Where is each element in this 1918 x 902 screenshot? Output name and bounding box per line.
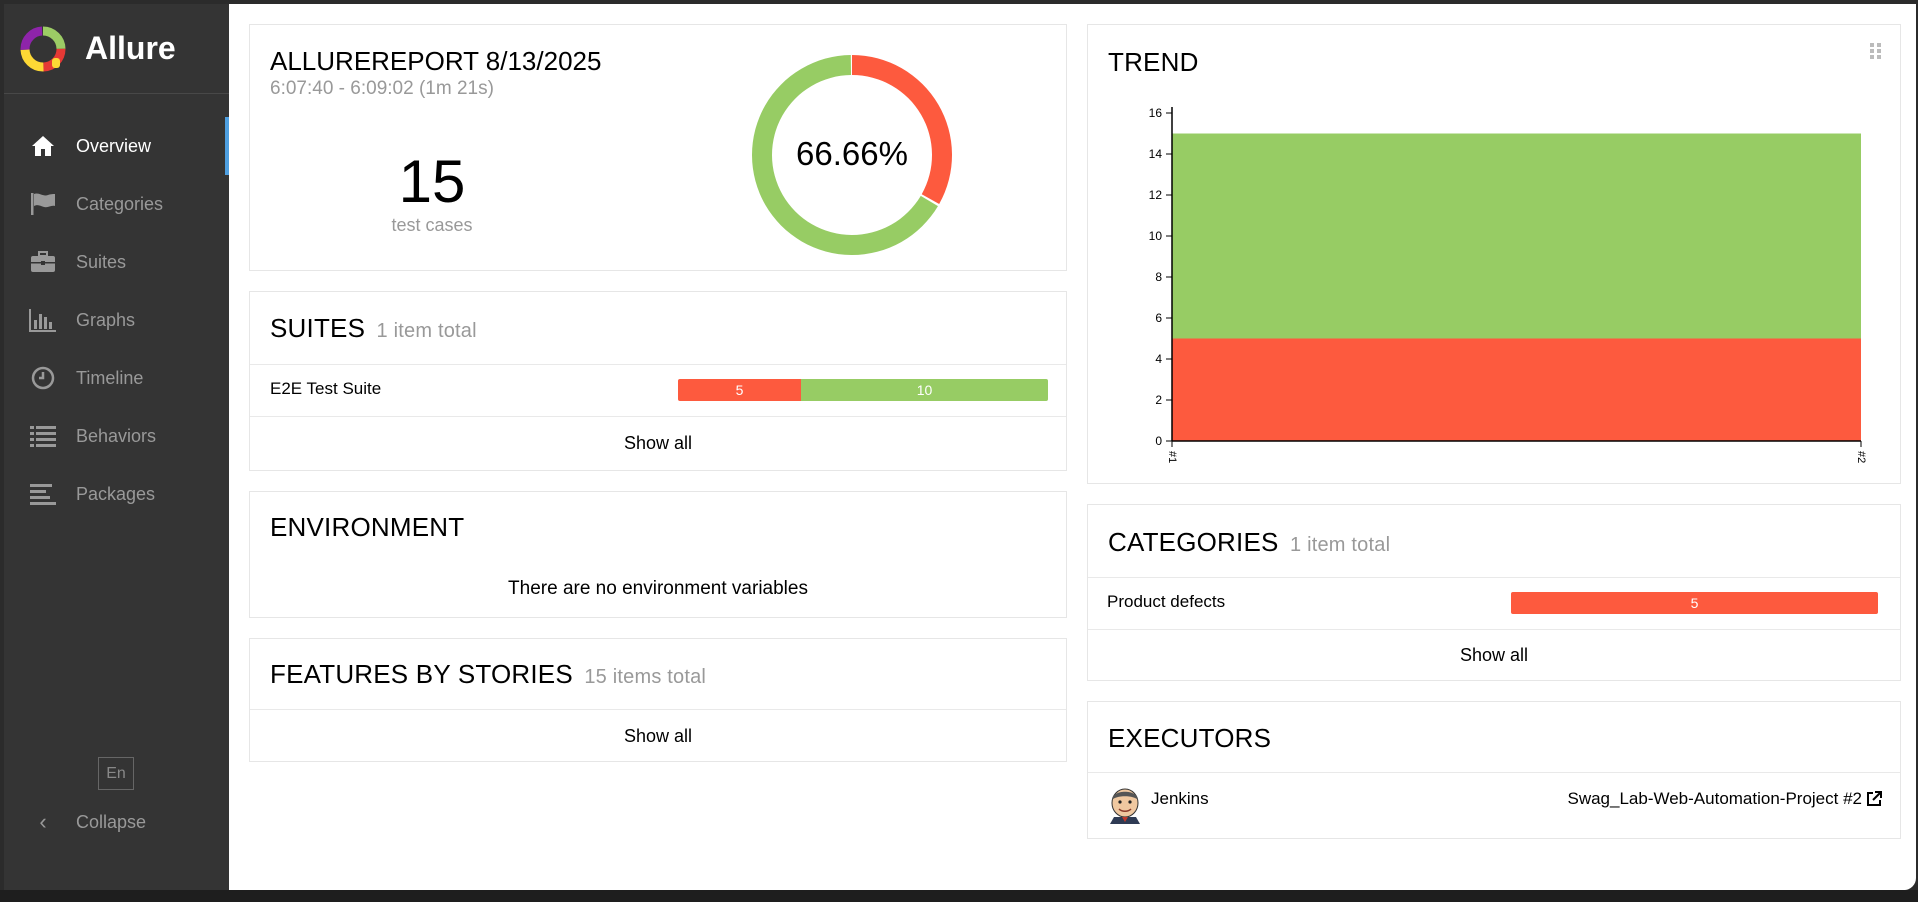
- sidebar-item-timeline[interactable]: Timeline: [4, 349, 229, 407]
- categories-title: CATEGORIES: [1108, 527, 1279, 557]
- sidebar-item-label: Suites: [76, 251, 127, 272]
- sidebar-item-label: Packages: [76, 483, 156, 504]
- allure-logo-icon: [20, 26, 66, 71]
- report-title: ALLUREREPORT 8/13/2025: [270, 46, 602, 76]
- categories-heading: CATEGORIES 1 item total: [1108, 527, 1390, 558]
- trend-x-tick-label: #1: [1166, 451, 1178, 463]
- sidebar-item-packages[interactable]: Packages: [4, 465, 229, 523]
- trend-title: TREND: [1108, 47, 1199, 77]
- executor-row: Jenkins Swag_Lab-Web-Automation-Project …: [1088, 772, 1900, 839]
- sidebar-item-label: Timeline: [76, 367, 144, 388]
- sidebar-item-label: Overview: [76, 135, 152, 156]
- features-total: 15 items total: [584, 666, 707, 688]
- trend-x-tick-label: #2: [1855, 451, 1867, 463]
- trend-y-tick-label: 14: [1149, 147, 1163, 161]
- suites-title: SUITES: [270, 313, 366, 343]
- list-icon: [28, 421, 58, 451]
- trend-widget: TREND 0 2 4 6 8 10 12 14 16 #1 #2: [1087, 24, 1901, 484]
- categories-show-all-link[interactable]: Show all: [1088, 629, 1900, 681]
- report-time-range: 6:07:40 - 6:09:02 (1m 21s): [270, 78, 494, 99]
- sidebar-item-label: Categories: [76, 193, 164, 214]
- categories-widget: CATEGORIES 1 item total Product defects …: [1087, 504, 1901, 681]
- categories-total: 1 item total: [1289, 534, 1391, 556]
- trend-y-tick-label: 16: [1149, 106, 1163, 120]
- collapse-button[interactable]: ‹ Collapse: [28, 802, 146, 842]
- sidebar-nav: Overview Categories Suites Graphs Timeli…: [4, 117, 229, 523]
- category-defect-bar[interactable]: 5: [1511, 592, 1878, 614]
- test-case-count-label: test cases: [391, 215, 473, 235]
- collapse-label: Collapse: [76, 811, 147, 832]
- environment-empty-text: There are no environment variables: [508, 578, 808, 599]
- flag-icon: [28, 189, 58, 219]
- suites-total: 1 item total: [376, 320, 477, 342]
- sidebar-item-label: Behaviors: [76, 425, 157, 446]
- environment-widget: ENVIRONMENT There are no environment var…: [249, 491, 1067, 618]
- category-name: Product defects: [1107, 592, 1226, 611]
- executor-build-label: Swag_Lab-Web-Automation-Project #2: [1567, 789, 1862, 808]
- features-show-all-link[interactable]: Show all: [250, 709, 1066, 762]
- test-case-count: 15: [398, 148, 466, 215]
- brand[interactable]: Allure: [4, 4, 229, 94]
- suite-name: E2E Test Suite: [270, 379, 382, 398]
- features-heading: FEATURES BY STORIES 15 items total: [270, 659, 706, 690]
- trend-y-tick-label: 2: [1155, 393, 1162, 407]
- sidebar-item-overview[interactable]: Overview: [4, 117, 229, 175]
- environment-title: ENVIRONMENT: [270, 512, 465, 542]
- briefcase-icon: [28, 247, 58, 277]
- executors-widget: EXECUTORS Jenkins Swag_Lab-Web-Automatio…: [1087, 701, 1901, 839]
- trend-y-tick-label: 6: [1155, 311, 1162, 325]
- home-icon: [28, 131, 58, 161]
- suite-status-bar: 5 10: [678, 379, 1048, 401]
- trend-chart[interactable]: 0 2 4 6 8 10 12 14 16 #1 #2: [1088, 85, 1888, 465]
- chevron-left-icon: ‹: [39, 809, 47, 834]
- sidebar-item-graphs[interactable]: Graphs: [4, 291, 229, 349]
- suite-row[interactable]: E2E Test Suite 5 10: [250, 364, 1066, 416]
- trend-y-tick-label: 10: [1149, 229, 1163, 243]
- sidebar-item-label: Graphs: [76, 309, 136, 330]
- trend-area-series-1[interactable]: [1172, 133, 1861, 339]
- trend-area-series-0[interactable]: [1172, 338, 1861, 442]
- bar-chart-icon: [28, 305, 58, 335]
- features-by-stories-widget: FEATURES BY STORIES 15 items total Show …: [249, 638, 1067, 762]
- align-left-icon: [28, 479, 58, 509]
- summary-widget: ALLUREREPORT 8/13/2025 6:07:40 - 6:09:02…: [249, 24, 1067, 271]
- sidebar-item-behaviors[interactable]: Behaviors: [4, 407, 229, 465]
- trend-y-tick-label: 12: [1149, 188, 1163, 202]
- suites-show-all-link[interactable]: Show all: [250, 416, 1066, 471]
- language-switcher[interactable]: En: [98, 757, 134, 790]
- pass-rate-percent: 66.66%: [796, 135, 908, 172]
- trend-y-tick-label: 0: [1155, 434, 1162, 448]
- trend-y-tick-label: 8: [1155, 270, 1162, 284]
- suite-passed-segment[interactable]: 10: [801, 379, 1048, 401]
- suites-widget: SUITES 1 item total E2E Test Suite 5 10 …: [249, 291, 1067, 471]
- sidebar-item-suites[interactable]: Suites: [4, 233, 229, 291]
- suites-heading: SUITES 1 item total: [270, 313, 477, 344]
- taskbar-strip: [0, 890, 1918, 902]
- category-row[interactable]: Product defects 5: [1088, 577, 1900, 629]
- brand-name: Allure: [85, 30, 176, 66]
- features-title: FEATURES BY STORIES: [270, 659, 573, 689]
- jenkins-avatar-icon: [1106, 786, 1144, 824]
- drag-handle-icon[interactable]: [1870, 43, 1882, 59]
- sidebar-item-categories[interactable]: Categories: [4, 175, 229, 233]
- pass-rate-donut[interactable]: 66.66%: [752, 55, 952, 255]
- donut-failed-segment[interactable]: [852, 55, 952, 204]
- suite-failed-segment[interactable]: 5: [678, 379, 801, 401]
- app-window: Allure Overview Categories Suites Graphs…: [4, 4, 1916, 890]
- sidebar: Allure Overview Categories Suites Graphs…: [4, 4, 229, 890]
- executor-build-link[interactable]: Swag_Lab-Web-Automation-Project #2: [1567, 789, 1882, 809]
- external-link-icon: [1867, 791, 1882, 806]
- executors-title: EXECUTORS: [1108, 723, 1272, 753]
- executor-name: Jenkins: [1151, 789, 1209, 808]
- clock-icon: [28, 363, 58, 393]
- trend-y-tick-label: 4: [1155, 352, 1162, 366]
